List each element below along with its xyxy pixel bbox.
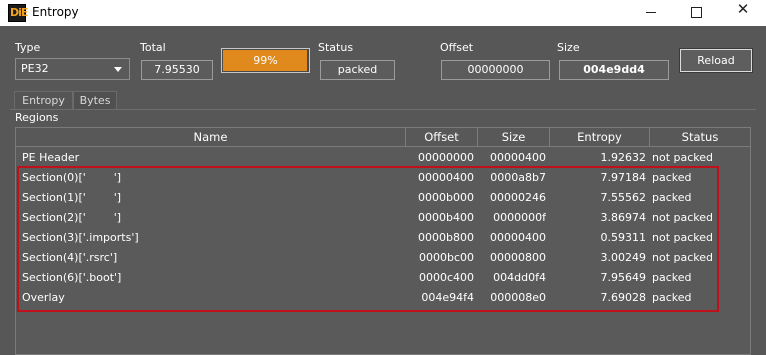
window-title: Entropy xyxy=(32,5,79,19)
cell-name: Section(1)[' '] xyxy=(22,191,122,204)
column-header-status[interactable]: Status xyxy=(650,128,750,146)
cell-status: packed xyxy=(652,191,692,204)
cell-offset: 00000400 xyxy=(418,171,474,184)
minimize-button[interactable] xyxy=(628,0,674,26)
minimize-icon xyxy=(646,12,656,13)
close-icon: ✕ xyxy=(736,0,750,18)
regions-table: Name Offset Size Entropy Status PE Heade… xyxy=(15,127,751,355)
cell-offset: 004e94f4 xyxy=(421,291,474,304)
cell-offset: 0000b400 xyxy=(418,211,474,224)
tab-pane-divider xyxy=(10,109,756,110)
cell-size: 00000800 xyxy=(490,251,546,264)
type-select-value: PE32 xyxy=(21,62,49,75)
table-row[interactable]: Overlay 004e94f4 000008e0 7.69028 packed xyxy=(16,288,750,308)
column-header-entropy[interactable]: Entropy xyxy=(550,128,650,146)
entropy-progress-bar: 99% xyxy=(221,48,310,73)
table-row[interactable]: Section(3)['.imports'] 0000b800 00000400… xyxy=(16,228,750,248)
cell-name: Section(6)['.boot'] xyxy=(22,271,122,284)
progress-text: 99% xyxy=(253,54,278,67)
cell-name: PE Header xyxy=(22,151,80,164)
cell-status: not packed xyxy=(652,211,714,224)
cell-entropy: 7.55562 xyxy=(600,191,647,204)
cell-name: Section(2)[' '] xyxy=(22,211,122,224)
cell-entropy: 1.92632 xyxy=(600,151,647,164)
table-row[interactable]: Section(4)['.rsrc'] 0000bc00 00000800 3.… xyxy=(16,248,750,268)
app-logo-icon: DiE xyxy=(8,4,28,22)
cell-size: 000008e0 xyxy=(490,291,546,304)
cell-offset: 0000b800 xyxy=(418,231,474,244)
cell-entropy: 0.59311 xyxy=(600,231,647,244)
cell-size: 00000400 xyxy=(490,231,546,244)
cell-entropy: 7.97184 xyxy=(600,171,647,184)
column-header-offset[interactable]: Offset xyxy=(406,128,478,146)
cell-size: 0000000f xyxy=(493,211,546,224)
cell-name: Section(4)['.rsrc'] xyxy=(22,251,118,264)
size-field[interactable]: 004e9dd4 xyxy=(559,60,669,80)
cell-entropy: 7.69028 xyxy=(600,291,647,304)
cell-size: 00000246 xyxy=(490,191,546,204)
cell-status: packed xyxy=(652,171,692,184)
status-label: Status xyxy=(318,41,354,54)
table-header: Name Offset Size Entropy Status xyxy=(16,128,750,147)
cell-entropy: 3.00249 xyxy=(600,251,647,264)
title-bar: DiE Entropy ✕ xyxy=(0,0,766,26)
table-row[interactable]: Section(0)[' '] 00000400 0000a8b7 7.9718… xyxy=(16,168,750,188)
cell-name: Section(3)['.imports'] xyxy=(22,231,139,244)
cell-entropy: 3.86974 xyxy=(600,211,647,224)
cell-status: not packed xyxy=(652,231,714,244)
cell-offset: 0000b000 xyxy=(418,191,474,204)
cell-offset: 0000c400 xyxy=(418,271,474,284)
cell-offset: 0000bc00 xyxy=(418,251,474,264)
column-header-size[interactable]: Size xyxy=(478,128,550,146)
reload-button[interactable]: Reload xyxy=(679,48,753,73)
maximize-icon xyxy=(691,7,702,18)
cell-status: not packed xyxy=(652,151,714,164)
cell-status: packed xyxy=(652,271,692,284)
table-row[interactable]: PE Header 00000000 00000400 1.92632 not … xyxy=(16,148,750,168)
cell-size: 0000a8b7 xyxy=(490,171,546,184)
cell-size: 004dd0f4 xyxy=(493,271,546,284)
cell-size: 00000400 xyxy=(490,151,546,164)
offset-field[interactable]: 00000000 xyxy=(441,60,550,80)
column-header-name[interactable]: Name xyxy=(16,128,406,146)
table-row[interactable]: Section(6)['.boot'] 0000c400 004dd0f4 7.… xyxy=(16,268,750,288)
offset-label: Offset xyxy=(440,41,474,54)
maximize-button[interactable] xyxy=(674,0,720,26)
table-row[interactable]: Section(1)[' '] 0000b000 00000246 7.5556… xyxy=(16,188,750,208)
cell-entropy: 7.95649 xyxy=(600,271,647,284)
cell-name: Overlay xyxy=(22,291,65,304)
type-select[interactable]: PE32 xyxy=(15,58,130,80)
cell-status: packed xyxy=(652,291,692,304)
size-label: Size xyxy=(557,41,580,54)
total-field: 7.95530 xyxy=(141,60,213,80)
total-label: Total xyxy=(140,41,166,54)
close-button[interactable]: ✕ xyxy=(720,0,766,26)
table-row[interactable]: Section(2)[' '] 0000b400 0000000f 3.8697… xyxy=(16,208,750,228)
chevron-down-icon xyxy=(114,67,122,72)
tab-entropy[interactable]: Entropy xyxy=(14,91,73,110)
status-field: packed xyxy=(320,60,395,80)
cell-status: not packed xyxy=(652,251,714,264)
regions-label: Regions xyxy=(15,111,59,124)
cell-name: Section(0)[' '] xyxy=(22,171,122,184)
tab-bytes[interactable]: Bytes xyxy=(73,91,117,110)
cell-offset: 00000000 xyxy=(418,151,474,164)
type-label: Type xyxy=(15,41,41,54)
